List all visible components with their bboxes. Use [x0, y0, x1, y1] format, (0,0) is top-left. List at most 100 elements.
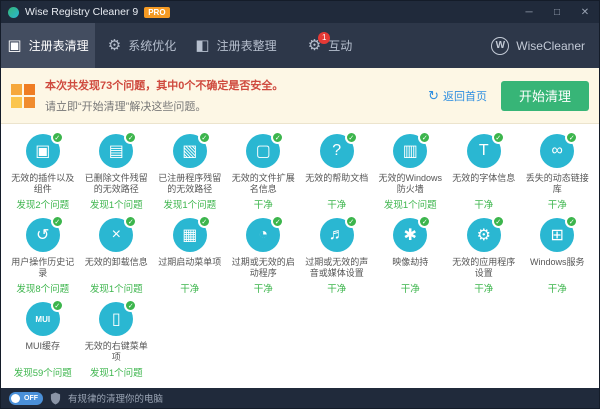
notice-actions: ↻ 返回首页 开始清理: [428, 81, 589, 111]
maximize-button[interactable]: □: [543, 1, 571, 23]
scan-item-icon-wrap: ⚙✓: [465, 216, 503, 254]
scan-item-label: 无效的插件以及组件: [8, 173, 78, 194]
check-icon[interactable]: ✓: [345, 215, 358, 228]
scan-item-status: 干净: [548, 197, 567, 211]
scan-item[interactable]: ∞✓丢失的动态链接库干净: [521, 132, 595, 216]
brand-logo: W WiseCleaner: [491, 23, 585, 68]
tab-community[interactable]: ⚙1互动: [283, 23, 377, 68]
minimize-button[interactable]: ─: [515, 1, 543, 23]
scan-item[interactable]: ↺✓用户操作历史记录发现8个问题: [6, 216, 80, 300]
check-icon[interactable]: ✓: [565, 215, 578, 228]
check-icon[interactable]: ✓: [271, 215, 284, 228]
scan-item-status[interactable]: 发现1个问题: [384, 197, 437, 211]
scan-item-label: 过期或无效的声音或媒体设置: [302, 257, 372, 278]
scan-item-status[interactable]: 发现1个问题: [90, 365, 143, 379]
window-title: Wise Registry Cleaner 9: [25, 6, 138, 18]
status-message: 有规律的清理你的电脑: [68, 391, 163, 405]
scheduled-clean-toggle[interactable]: OFF: [9, 392, 43, 405]
scan-item[interactable]: T✓ 无效的字体信息干净: [447, 132, 521, 216]
scan-item[interactable]: ▢✓无效的文件扩展名信息干净: [227, 132, 301, 216]
scan-item-icon-wrap: T✓: [465, 132, 503, 170]
scan-item-label: 无效的应用程序设置: [449, 257, 519, 278]
scan-item-icon-wrap: ▯✓: [97, 300, 135, 338]
scan-item-label: Windows服务: [522, 257, 592, 278]
scan-item[interactable]: ▯✓无效的右键菜单项发现1个问题: [80, 300, 154, 384]
toggle-knob: [11, 394, 20, 403]
scan-item-status: 干净: [180, 281, 199, 295]
scan-item-label: 过期或无效的启动程序: [228, 257, 298, 278]
scan-item-status[interactable]: 发现59个问题: [14, 365, 72, 379]
scan-item-status[interactable]: 发现8个问题: [16, 281, 69, 295]
scan-item[interactable]: MUI✓MUI缓存发现59个问题: [6, 300, 80, 384]
check-icon[interactable]: ✓: [418, 215, 431, 228]
check-icon[interactable]: ✓: [418, 131, 431, 144]
check-icon[interactable]: ✓: [345, 131, 358, 144]
tab-registry-defrag[interactable]: ◧注册表整理: [189, 23, 283, 68]
scan-item-icon-wrap: ▣✓: [24, 132, 62, 170]
scan-item-icon-wrap: ⊞✓: [538, 216, 576, 254]
tab-label: 注册表整理: [217, 37, 277, 54]
scan-item[interactable]: ⚙✓ 无效的应用程序设置干净: [447, 216, 521, 300]
tab-system-tuneup[interactable]: ⚙ 系统优化: [95, 23, 189, 68]
scan-item[interactable]: ♬✓过期或无效的声音或媒体设置干净: [300, 216, 374, 300]
scan-item-status[interactable]: 发现1个问题: [163, 197, 216, 211]
scan-item[interactable]: ✱✓映像劫持干净: [374, 216, 448, 300]
scan-item[interactable]: ▥✓无效的Windows防火墙发现1个问题: [374, 132, 448, 216]
tab-registry-clean[interactable]: ▣注册表清理: [1, 23, 95, 68]
check-icon[interactable]: ✓: [198, 131, 211, 144]
notice-bar: 本次共发现73个问题，其中0个不确定是否安全。 请立即“开始清理”解决这些问题。…: [1, 68, 599, 124]
scan-item-icon-wrap: ✱✓: [391, 216, 429, 254]
scan-item-status[interactable]: 发现1个问题: [90, 197, 143, 211]
check-icon[interactable]: ✓: [198, 215, 211, 228]
check-icon[interactable]: ✓: [271, 131, 284, 144]
check-icon[interactable]: ✓: [492, 131, 505, 144]
close-button[interactable]: ✕: [571, 1, 599, 23]
scan-item-status: 干净: [474, 281, 493, 295]
scan-item-label: 无效的帮助文档: [302, 173, 372, 194]
back-home-link[interactable]: ↻ 返回首页: [428, 88, 487, 104]
scan-item[interactable]: ◔✓ 过期或无效的启动程序干净: [227, 216, 301, 300]
scan-item-status: 干净: [254, 281, 273, 295]
scan-item-icon-wrap: ◔✓: [244, 216, 282, 254]
scan-item-status: 干净: [474, 197, 493, 211]
check-icon[interactable]: ✓: [51, 299, 64, 312]
check-icon[interactable]: ✓: [124, 299, 137, 312]
scan-item-icon-wrap: ▢✓: [244, 132, 282, 170]
scan-grid: ▣✓无效的插件以及组件发现2个问题▤✓已删除文件残留的无效路径发现1个问题▧✓已…: [6, 132, 594, 384]
pro-badge: PRO: [144, 7, 169, 18]
toggle-label: OFF: [24, 395, 38, 402]
check-icon[interactable]: ✓: [492, 215, 505, 228]
scan-item[interactable]: ⊞✓Windows服务干净: [521, 216, 595, 300]
window-controls: ─ □ ✕: [515, 1, 599, 23]
back-home-label: 返回首页: [443, 88, 487, 104]
scan-item-label: 过期启动菜单项: [155, 257, 225, 278]
check-icon[interactable]: ✓: [124, 215, 137, 228]
title-bar: Wise Registry Cleaner 9 PRO ─ □ ✕: [1, 1, 599, 23]
check-icon[interactable]: ✓: [51, 215, 64, 228]
scan-item-label: 用户操作历史记录: [8, 257, 78, 278]
scan-item[interactable]: ▦✓ 过期启动菜单项干净: [153, 216, 227, 300]
start-clean-button[interactable]: 开始清理: [501, 81, 589, 111]
scan-item-status[interactable]: 发现1个问题: [90, 281, 143, 295]
gear-icon: ⚙1: [308, 38, 321, 53]
gear-icon: ⚙: [108, 38, 121, 53]
brand-name: WiseCleaner: [516, 39, 585, 53]
scan-item[interactable]: ▧✓已注册程序残留的无效路径发现1个问题: [153, 132, 227, 216]
check-icon[interactable]: ✓: [124, 131, 137, 144]
tab-label: 系统优化: [128, 37, 176, 54]
scan-item-status[interactable]: 发现2个问题: [16, 197, 69, 211]
check-icon[interactable]: ✓: [51, 131, 64, 144]
scan-item-label: 已删除文件残留的无效路径: [81, 173, 151, 194]
refresh-icon: ↻: [428, 88, 439, 104]
scan-item-icon-wrap: ▦✓: [171, 216, 209, 254]
check-icon[interactable]: ✓: [565, 131, 578, 144]
scan-item[interactable]: ×✓无效的卸载信息发现1个问题: [80, 216, 154, 300]
scan-item-icon-wrap: ♬✓: [318, 216, 356, 254]
scan-item[interactable]: ?✓无效的帮助文档干净: [300, 132, 374, 216]
shield-icon: [50, 392, 61, 405]
scan-item-label: 无效的字体信息: [449, 173, 519, 194]
scan-item[interactable]: ▤✓已删除文件残留的无效路径发现1个问题: [80, 132, 154, 216]
scan-item[interactable]: ▣✓ 无效的插件以及组件发现2个问题: [6, 132, 80, 216]
scan-item-label: 无效的卸载信息: [81, 257, 151, 278]
scan-item-icon-wrap: ▧✓: [171, 132, 209, 170]
